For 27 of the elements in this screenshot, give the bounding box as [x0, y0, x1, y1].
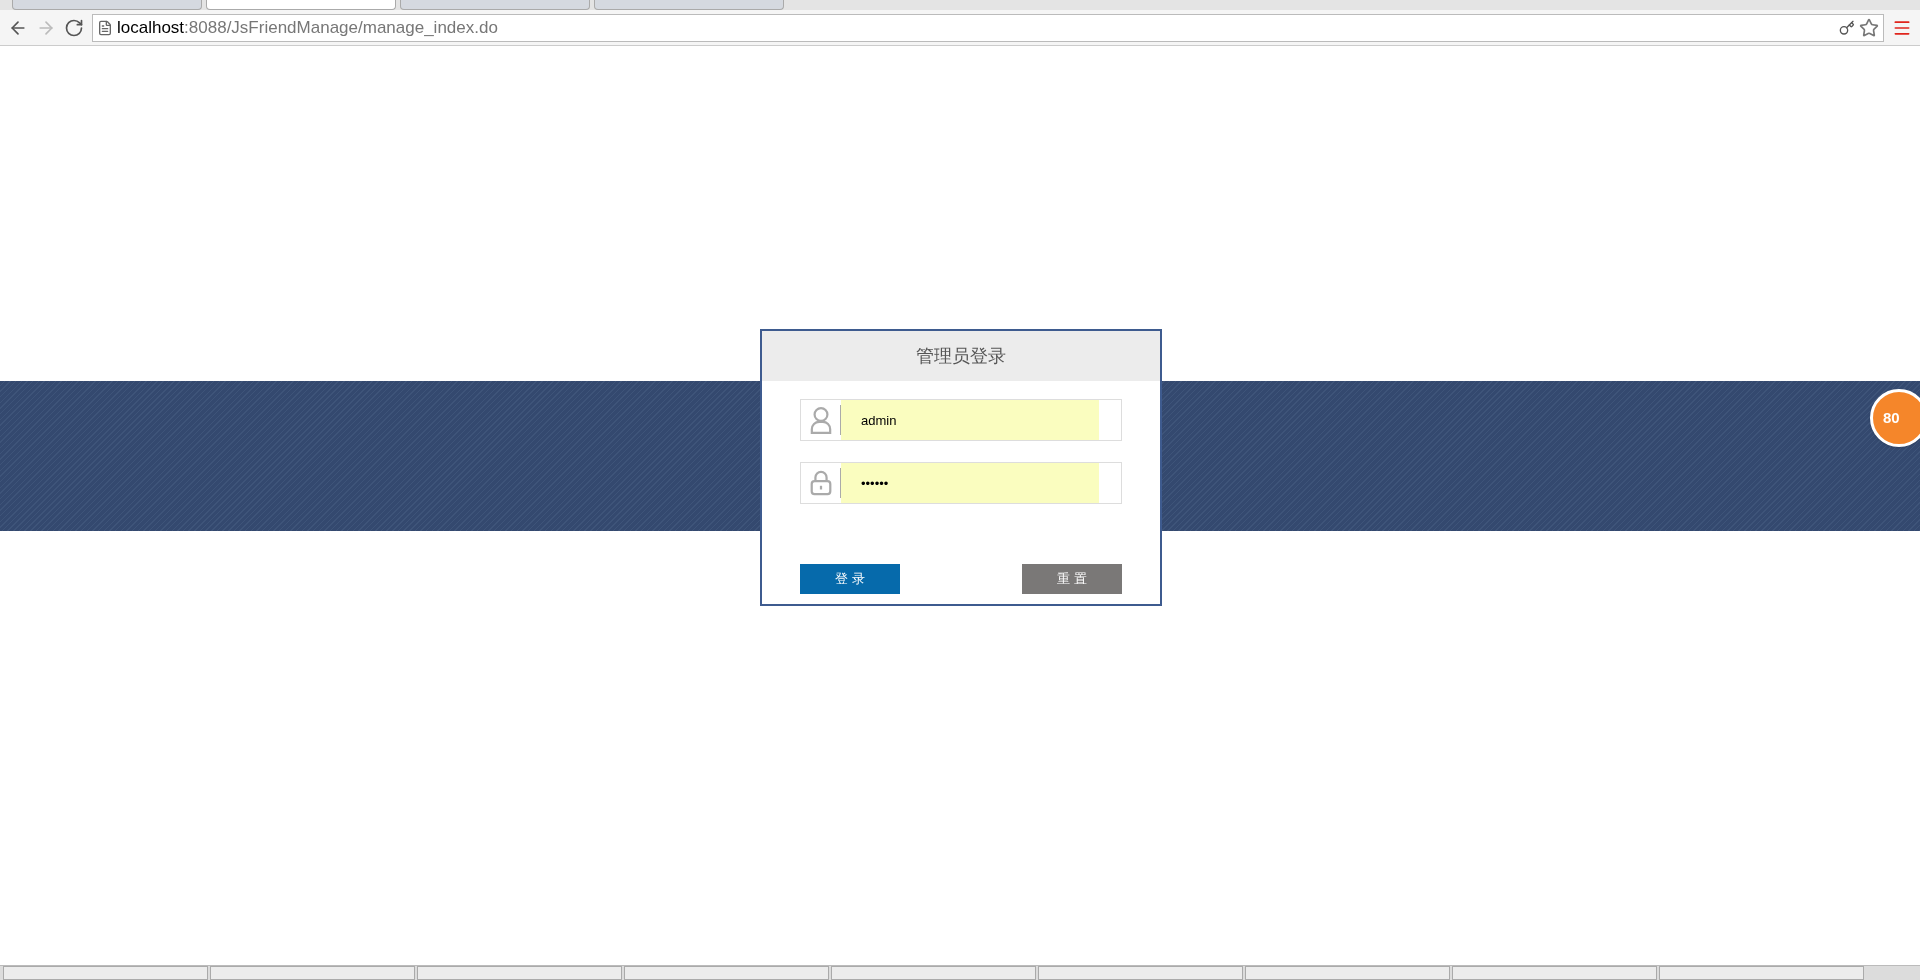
- taskbar-item[interactable]: [1452, 966, 1657, 980]
- taskbar-item[interactable]: [831, 966, 1036, 980]
- user-icon: [810, 406, 832, 434]
- taskbar-item[interactable]: [624, 966, 829, 980]
- taskbar-item[interactable]: [1038, 966, 1243, 980]
- lock-icon: [809, 470, 833, 496]
- taskbar-item[interactable]: [417, 966, 622, 980]
- taskbar-item[interactable]: [210, 966, 415, 980]
- taskbar-item[interactable]: [1245, 966, 1450, 980]
- browser-tab[interactable]: [206, 0, 396, 10]
- badge-text: 80: [1883, 407, 1900, 428]
- browser-tab[interactable]: [12, 0, 202, 10]
- browser-tab[interactable]: [400, 0, 590, 10]
- reload-icon[interactable]: [64, 17, 84, 38]
- url-text: localhost:8088/JsFriendManage/manage_index.do: [117, 16, 498, 39]
- dialog-title: 管理员登录: [916, 344, 1006, 368]
- login-button[interactable]: 登 录: [800, 564, 900, 594]
- password-field[interactable]: ••••••: [800, 462, 1122, 504]
- username-field[interactable]: admin: [800, 399, 1122, 441]
- address-bar[interactable]: localhost:8088/JsFriendManage/manage_index.do: [92, 13, 1884, 42]
- taskbar-item[interactable]: [3, 966, 208, 980]
- reset-button[interactable]: 重 置: [1022, 564, 1122, 594]
- key-icon[interactable]: [1839, 19, 1855, 36]
- taskbar-item[interactable]: [1659, 966, 1864, 980]
- star-icon[interactable]: [1859, 17, 1879, 38]
- browser-tab[interactable]: [594, 0, 784, 10]
- page-icon: [97, 19, 113, 36]
